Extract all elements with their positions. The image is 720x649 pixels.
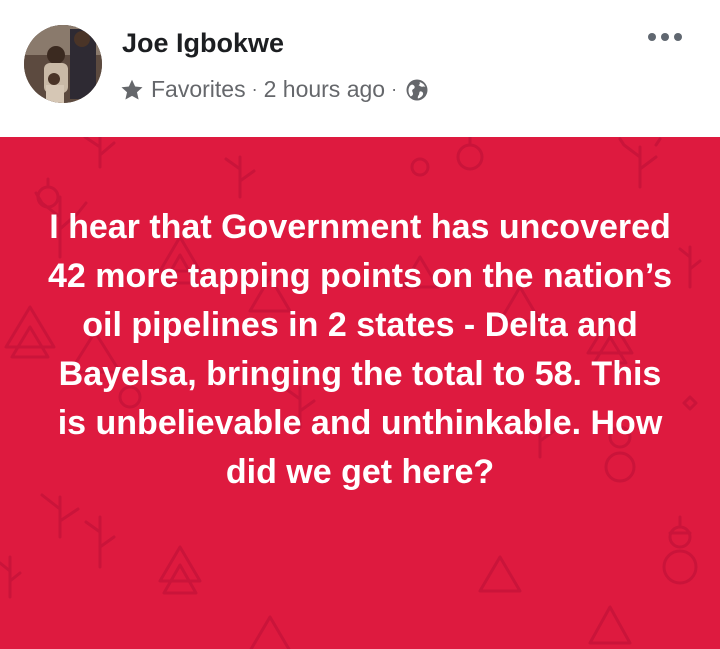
separator: · [251, 79, 258, 99]
globe-icon [406, 79, 428, 100]
separator: · [391, 79, 398, 99]
avatar[interactable] [24, 25, 102, 103]
more-options-icon[interactable] [648, 30, 682, 44]
facebook-post: Joe Igbokwe Favorites · 2 hours ago · I … [0, 0, 720, 649]
post-header: Joe Igbokwe Favorites · 2 hours ago · [0, 0, 720, 137]
star-icon [121, 79, 143, 100]
timestamp[interactable]: 2 hours ago [264, 76, 385, 103]
post-text: I hear that Government has uncovered 42 … [48, 208, 672, 491]
post-meta: Favorites · 2 hours ago · [119, 76, 429, 103]
post-background: I hear that Government has uncovered 42 … [0, 137, 720, 649]
audience-label: Favorites [151, 76, 246, 102]
author-name[interactable]: Joe Igbokwe [122, 28, 284, 59]
